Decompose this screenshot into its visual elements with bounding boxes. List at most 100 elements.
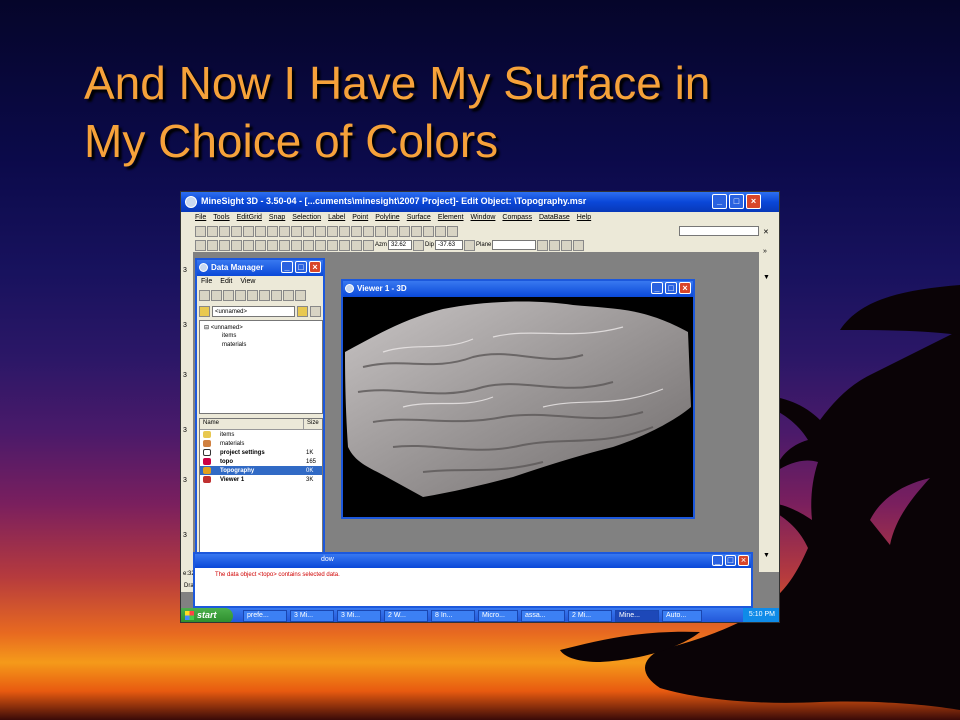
menu-compass[interactable]: Compass [502, 214, 532, 224]
menu-point[interactable]: Point [352, 214, 368, 224]
column-name[interactable]: Name [200, 419, 304, 429]
zoom-window-icon[interactable] [231, 239, 242, 251]
open-icon[interactable] [207, 225, 218, 237]
menu-file[interactable]: File [195, 214, 206, 224]
menu-element[interactable]: Element [438, 214, 464, 224]
menu-database[interactable]: DataBase [539, 214, 570, 224]
output-maximize-button[interactable]: □ [725, 555, 736, 566]
dm-menu-edit[interactable]: Edit [220, 278, 232, 286]
viewer-tile-icon[interactable] [561, 239, 573, 251]
zoom-out-icon[interactable] [207, 239, 218, 251]
dm-minimize-button[interactable]: _ [281, 261, 293, 273]
drillhole-icon[interactable] [271, 290, 282, 301]
viewer-3d-canvas[interactable] [343, 297, 693, 517]
window-icon[interactable] [411, 225, 422, 237]
viewer-cascade-icon[interactable] [573, 239, 585, 251]
material-icon[interactable] [223, 290, 234, 301]
pan-icon[interactable] [243, 239, 254, 251]
menu-help[interactable]: Help [577, 214, 591, 224]
snap-icon[interactable] [375, 225, 386, 237]
menu-surface[interactable]: Surface [407, 214, 431, 224]
undo-icon[interactable] [279, 225, 290, 237]
rotate-icon[interactable] [255, 239, 266, 251]
polyline-icon[interactable] [327, 225, 338, 237]
element-icon[interactable] [387, 225, 398, 237]
dm-location-combo[interactable]: <unnamed> [212, 305, 295, 317]
viewer-minimize-button[interactable]: _ [651, 282, 663, 294]
azm-field[interactable]: 32.62 [388, 240, 412, 250]
zoom-extents-icon[interactable] [219, 239, 230, 251]
taskbar-item[interactable]: assa... [521, 610, 565, 622]
taskbar-item[interactable]: prefe... [243, 610, 287, 622]
zoom-in-icon[interactable] [195, 239, 206, 251]
output-close-button[interactable]: × [738, 555, 749, 566]
maximize-button[interactable]: □ [729, 194, 744, 209]
azm-spin-icon[interactable] [413, 239, 424, 251]
folder-icon[interactable] [199, 290, 210, 301]
solid-icon[interactable] [247, 290, 258, 301]
menu-label[interactable]: Label [328, 214, 345, 224]
column-size[interactable]: Size [304, 419, 322, 429]
label-icon[interactable] [363, 225, 374, 237]
taskbar-item[interactable]: 2 W... [384, 610, 428, 622]
dip-spin-icon[interactable] [464, 239, 476, 251]
dm-save-icon[interactable] [310, 305, 321, 317]
list-item[interactable]: materials [200, 439, 322, 448]
grid-icon[interactable] [351, 225, 362, 237]
copy-icon[interactable] [255, 225, 266, 237]
menu-window[interactable]: Window [471, 214, 496, 224]
dm-maximize-button[interactable]: □ [295, 261, 307, 273]
menu-editgrid[interactable]: EditGrid [237, 214, 262, 224]
image-icon[interactable] [295, 290, 306, 301]
taskbar-item[interactable]: Micro... [478, 610, 518, 622]
viewer-maximize-button[interactable]: □ [665, 282, 677, 294]
dm-menu-view[interactable]: View [240, 278, 255, 286]
prev-plane-icon[interactable] [537, 239, 549, 251]
color-icon[interactable] [327, 239, 338, 251]
clip-icon[interactable] [339, 239, 350, 251]
taskbar-item[interactable]: 3 Mi... [337, 610, 381, 622]
import-icon[interactable] [211, 290, 222, 301]
output-minimize-button[interactable]: _ [712, 555, 723, 566]
menu-tools[interactable]: Tools [213, 214, 229, 224]
taskbar-item[interactable]: 8 In... [431, 610, 475, 622]
shade-icon[interactable] [303, 239, 314, 251]
view-section-icon[interactable] [279, 239, 290, 251]
surface-icon[interactable] [339, 225, 350, 237]
text-icon[interactable] [283, 290, 294, 301]
dm-menu-file[interactable]: File [201, 278, 212, 286]
animate-icon[interactable] [363, 239, 374, 251]
tree-item-materials[interactable]: materials [222, 342, 246, 348]
point-icon[interactable] [315, 225, 326, 237]
redo-icon[interactable] [291, 225, 302, 237]
menu-polyline[interactable]: Polyline [375, 214, 400, 224]
taskbar-item-active[interactable]: Mine... [615, 610, 659, 622]
view-plan-icon[interactable] [267, 239, 278, 251]
light-icon[interactable] [315, 239, 326, 251]
new-icon[interactable] [195, 225, 206, 237]
fly-icon[interactable] [351, 239, 362, 251]
view-3d-icon[interactable] [291, 239, 302, 251]
viewer-close-button[interactable]: × [679, 282, 691, 294]
cut-icon[interactable] [243, 225, 254, 237]
paste-icon[interactable] [267, 225, 278, 237]
save-icon[interactable] [219, 225, 230, 237]
taskbar-item[interactable]: 2 Mi... [568, 610, 612, 622]
help-icon[interactable] [447, 225, 458, 237]
compass-icon[interactable] [423, 225, 434, 237]
list-item[interactable]: project settings 1K [200, 448, 322, 457]
list-item[interactable]: Viewer 1 3K [200, 475, 322, 484]
plane-field[interactable] [492, 240, 537, 250]
delete-icon[interactable] [303, 225, 314, 237]
list-item[interactable]: topo 165 [200, 457, 322, 466]
tree-item-items[interactable]: items [222, 333, 236, 339]
toolbar-combo[interactable] [679, 226, 759, 236]
list-item[interactable]: Topography 0K [200, 466, 322, 475]
dip-field[interactable]: -37.63 [435, 240, 464, 250]
print-icon[interactable] [231, 225, 242, 237]
block-icon[interactable] [259, 290, 270, 301]
select-icon[interactable] [399, 225, 410, 237]
grid-object-icon[interactable] [235, 290, 246, 301]
next-plane-icon[interactable] [549, 239, 561, 251]
tree-root[interactable]: ⊟ <unnamed> [204, 324, 243, 331]
